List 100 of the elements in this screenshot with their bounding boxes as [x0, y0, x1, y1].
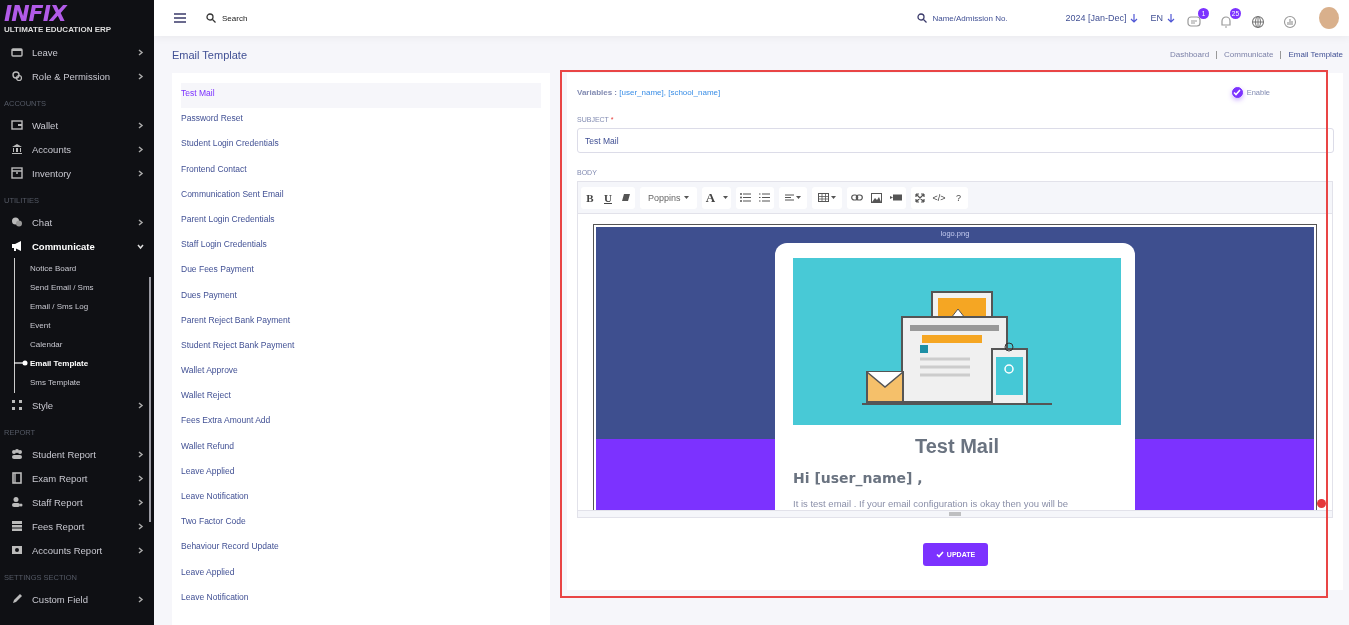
chevron-right-icon: [137, 72, 144, 80]
template-item[interactable]: Staff Login Credentials: [181, 234, 541, 260]
down-arrow-icon: [1167, 13, 1175, 23]
template-item[interactable]: Fees Extra Amount Add: [181, 410, 541, 436]
template-item[interactable]: Two Factor Code: [181, 511, 541, 537]
template-item[interactable]: Due Fees Payment: [181, 259, 541, 285]
template-item[interactable]: Test Mail: [181, 83, 541, 109]
template-item[interactable]: Wallet Reject: [181, 385, 541, 411]
toolbar-button[interactable]: B: [581, 186, 599, 209]
chevron-right-icon: [137, 474, 144, 482]
sidebar-item[interactable]: Communicate: [0, 234, 154, 258]
template-item[interactable]: Communication Sent Email: [181, 183, 541, 209]
sidebar-item[interactable]: Accounts: [0, 137, 154, 161]
active-dot-icon: [14, 360, 28, 366]
chevron-right-icon: [137, 522, 144, 530]
link-icon: [850, 194, 863, 201]
chevron-right-icon: [137, 121, 144, 129]
numbered-list-icon: [758, 193, 770, 202]
submenu-item[interactable]: Calendar: [15, 335, 154, 354]
breadcrumb-link[interactable]: Email Template: [1280, 50, 1343, 59]
breadcrumb-link[interactable]: Communicate: [1216, 50, 1281, 59]
template-item[interactable]: Parent Login Credentials: [181, 208, 541, 235]
down-arrow-icon: [1130, 13, 1139, 23]
sidebar-item[interactable]: Student Report: [0, 442, 154, 466]
sidebar-item[interactable]: Accounts Report: [0, 538, 154, 562]
people-icon: [11, 448, 23, 460]
email-body-text: It is test email . If your email configuration is okay then you will be: [793, 498, 1070, 509]
chart-icon: [1283, 14, 1297, 29]
template-item[interactable]: Student Reject Bank Payment: [181, 334, 541, 361]
submenu-item[interactable]: Email / Sms Log: [15, 297, 154, 316]
breadcrumb-link[interactable]: Dashboard: [1162, 50, 1217, 59]
sidebar-item[interactable]: Staff Report: [0, 490, 154, 514]
session-dropdown[interactable]: 2024 [Jan-Dec]: [1063, 13, 1141, 23]
bank-icon: [11, 143, 23, 155]
grid-icon: [11, 399, 23, 411]
template-item[interactable]: Password Reset: [181, 108, 541, 134]
table-icon: [817, 193, 829, 202]
menu-button[interactable]: [172, 11, 188, 25]
sidebar-item[interactable]: Wallet: [0, 113, 154, 137]
sidebar-item[interactable]: Chat: [0, 210, 154, 234]
font-dropdown[interactable]: Poppins: [640, 186, 697, 209]
caret-icon: [722, 196, 728, 199]
checkbox[interactable]: [1231, 86, 1243, 98]
pencil-icon: [11, 593, 23, 605]
toolbar-button[interactable]: ?: [949, 186, 968, 209]
resize-handle[interactable]: [578, 510, 1332, 517]
submenu-item[interactable]: Send Email / Sms: [15, 278, 154, 297]
template-item[interactable]: Wallet Refund: [181, 435, 541, 461]
template-item[interactable]: Dues Payment: [181, 284, 541, 310]
error-badge[interactable]: [1317, 499, 1326, 508]
bulleted-list-icon: [739, 193, 751, 202]
eraser-icon: [621, 193, 631, 202]
check-icon: [1233, 88, 1242, 96]
template-item[interactable]: Leave Applied: [181, 561, 541, 587]
submenu-item[interactable]: Email Template: [15, 354, 154, 373]
submenu-item[interactable]: Event: [15, 316, 154, 335]
caret-icon: [683, 196, 689, 199]
template-item[interactable]: Leave Notification: [181, 486, 541, 512]
email-greeting: Hi [user_name] ,: [793, 469, 924, 487]
sidebar-item[interactable]: Exam Report: [0, 466, 154, 490]
cash-icon: [11, 544, 23, 556]
grip-icon: [949, 512, 961, 516]
sidebar-item[interactable]: Custom Field: [0, 587, 154, 611]
chat-icon: [1187, 14, 1201, 29]
sidebar-item[interactable]: Fees Report: [0, 514, 154, 538]
caret-icon: [795, 196, 801, 199]
chevron-right-icon: [137, 450, 144, 458]
check-icon: [935, 551, 944, 558]
align-icon: [784, 194, 794, 201]
template-item[interactable]: Leave Notification: [181, 586, 541, 612]
template-item[interactable]: Parent Reject Bank Payment: [181, 309, 541, 335]
book-icon: [11, 472, 23, 484]
sidebar-item[interactable]: Leave: [0, 40, 154, 64]
chat-icon: [11, 216, 23, 228]
fullscreen-icon: [914, 192, 925, 203]
language-dropdown[interactable]: EN: [1148, 13, 1177, 23]
email-heading: Test Mail: [913, 434, 1001, 459]
megaphone-icon: [11, 240, 23, 252]
toolbar-button[interactable]: </>: [928, 186, 950, 209]
sidebar-item[interactable]: Role & Permission: [0, 64, 154, 88]
gear-person-icon: [11, 70, 23, 82]
page-title: Email Template: [172, 48, 247, 61]
submenu-item[interactable]: Sms Template: [15, 373, 154, 392]
chevron-right-icon: [137, 595, 144, 603]
chevron-right-icon: [137, 401, 144, 409]
sidebar-item[interactable]: Style: [0, 393, 154, 417]
submenu-item[interactable]: Notice Board: [15, 259, 154, 278]
chevron-right-icon: [137, 546, 144, 554]
template-item[interactable]: Wallet Approve: [181, 360, 541, 386]
chevron-right-icon: [137, 145, 144, 153]
search-icon: [917, 13, 928, 23]
template-item[interactable]: Student Login Credentials: [181, 133, 541, 159]
template-item[interactable]: Frontend Contact: [181, 158, 541, 184]
sidebar-item[interactable]: Inventory: [0, 161, 154, 185]
template-item[interactable]: Leave Applied: [181, 460, 541, 486]
caret-icon: [830, 196, 836, 199]
template-item[interactable]: Behaviour Record Update: [181, 536, 541, 562]
subject-field[interactable]: Test Mail: [577, 128, 1334, 153]
toolbar-button[interactable]: U: [599, 186, 617, 209]
person-icon: [11, 496, 23, 508]
